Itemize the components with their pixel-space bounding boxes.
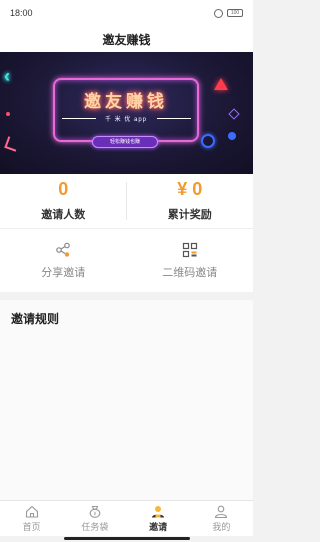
tab-invite-label: 邀请 — [149, 521, 168, 532]
invite-banner[interactable]: ‹‹ 邀友赚钱 千 米 优 app 轻松赚钱也赚 — [0, 52, 253, 174]
alarm-icon — [214, 8, 223, 18]
banner-button[interactable]: 轻松赚钱也赚 — [92, 136, 158, 148]
task-bag-icon: ¥ — [89, 505, 101, 518]
battery-icon: 100 — [227, 9, 243, 17]
qrcode-invite-label: 二维码邀请 — [162, 266, 218, 279]
decor-diamond-icon — [228, 108, 240, 120]
status-time: 18:00 — [10, 8, 33, 18]
invites-count: 0 — [58, 179, 69, 199]
decor-dot-icon — [6, 112, 10, 116]
tab-tasks-label: 任务袋 — [81, 521, 109, 532]
qrcode-invite-button[interactable]: 二维码邀请 — [127, 229, 254, 292]
decor-red-triangle-icon — [214, 78, 228, 90]
page-title: 邀友赚钱 — [102, 32, 151, 47]
status-bar: 18:00 100 — [0, 0, 253, 26]
page-header: 邀友赚钱 — [0, 26, 253, 52]
rewards-total: ¥ 0 — [177, 179, 203, 199]
rules-title: 邀请规则 — [11, 312, 60, 326]
invite-rules-section: 邀请规则 — [0, 300, 253, 500]
banner-title: 邀友赚钱 — [84, 92, 168, 111]
bottom-tab-bar: 首页 ¥ 任务袋 邀请 我的 — [0, 500, 253, 536]
invite-actions: 分享邀请 二维码邀请 — [0, 228, 253, 292]
invites-label: 邀请人数 — [41, 209, 86, 221]
svg-text:¥: ¥ — [93, 511, 96, 517]
rewards-label: 累计奖励 — [167, 209, 212, 221]
share-invite-label: 分享邀请 — [41, 266, 86, 279]
invite-icon — [152, 505, 165, 517]
tab-home[interactable]: 首页 — [0, 501, 63, 536]
tab-invite[interactable]: 邀请 — [127, 501, 190, 536]
decor-triangle-icon — [4, 136, 20, 152]
tab-home-label: 首页 — [22, 521, 41, 532]
decor-circle-icon — [201, 134, 215, 148]
invite-stats: 0 邀请人数 ¥ 0 累计奖励 — [0, 174, 253, 228]
tab-profile-label: 我的 — [212, 521, 231, 532]
tab-tasks[interactable]: ¥ 任务袋 — [63, 501, 126, 536]
decor-blue-dot-icon — [228, 132, 236, 140]
qrcode-icon — [182, 242, 197, 257]
home-indicator[interactable] — [64, 537, 190, 540]
stat-rewards: ¥ 0 累计奖励 — [127, 174, 254, 228]
profile-icon — [215, 505, 228, 518]
status-icons: 100 — [214, 8, 243, 18]
share-invite-button[interactable]: 分享邀请 — [0, 229, 127, 292]
share-icon — [56, 242, 71, 257]
stats-divider — [126, 182, 127, 220]
stat-invites: 0 邀请人数 — [0, 174, 127, 228]
tab-profile[interactable]: 我的 — [190, 501, 253, 536]
banner-divider-right — [157, 118, 191, 119]
home-icon — [25, 505, 38, 518]
